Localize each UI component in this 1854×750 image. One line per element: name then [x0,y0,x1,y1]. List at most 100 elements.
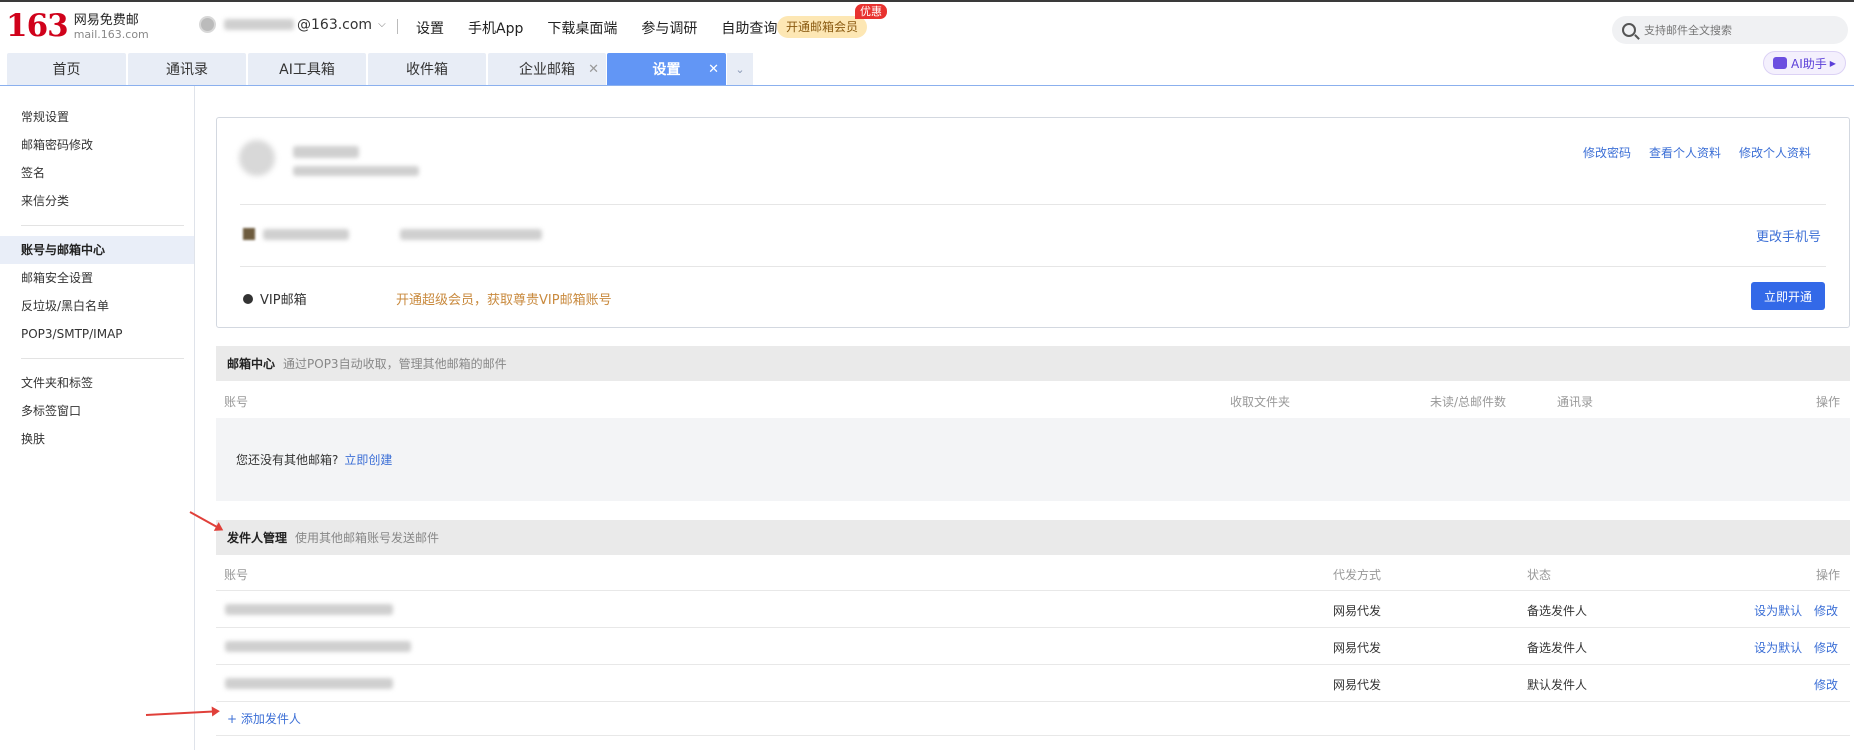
edit-sender-link[interactable]: 修改 [1814,604,1838,618]
change-password-link[interactable]: 修改密码 [1583,144,1631,161]
send-method: 网易代发 [1333,604,1382,618]
tab-more-chevron-icon[interactable]: ⌄ [727,53,753,85]
sidebar-item-skin[interactable]: 换肤 [0,425,194,453]
col-account: 账号 [224,568,249,582]
row-divider [216,701,1850,702]
profile-links: 修改密码 查看个人资料 修改个人资料 [1565,144,1811,161]
ai-assistant-icon [1773,57,1787,69]
nav-settings[interactable]: 设置 [416,18,444,38]
tab-label: 通讯录 [166,62,208,78]
search-box[interactable] [1612,16,1848,44]
create-mailbox-link[interactable]: 立即创建 [344,451,392,468]
sidebar-item-antispam[interactable]: 反垃圾/黑白名单 [0,292,194,320]
tab-label: 首页 [52,62,81,78]
edit-sender-link[interactable]: 修改 [1814,641,1838,655]
col-send-method: 代发方式 [1333,568,1382,582]
phone-label-redacted [263,229,349,240]
account-email-suffix: @163.com [297,16,373,33]
tab-bar: 首页 通讯录 AI工具箱 收件箱 企业邮箱 ✕ 设置 ✕ ⌄ [0,52,1854,86]
set-default-link[interactable]: 设为默认 [1754,641,1802,655]
sender-status: 备选发件人 [1527,604,1588,618]
tab-contacts[interactable]: 通讯录 [128,53,246,85]
main-content: 修改密码 查看个人资料 修改个人资料 更改手机号 VIP邮箱 开通超级会员，获取… [216,86,1850,750]
sender-status: 备选发件人 [1527,641,1588,655]
sidebar-item-pop3-smtp-imap[interactable]: POP3/SMTP/IMAP [0,320,194,348]
nav-download-desktop[interactable]: 下载桌面端 [547,18,617,38]
phone-number-redacted [400,229,542,240]
sidebar-item-signature[interactable]: 签名 [0,159,194,187]
tab-ai-toolbox[interactable]: AI工具箱 [248,53,366,85]
col-fetch-folder: 收取文件夹 [1230,395,1291,409]
account-name-redacted [224,19,294,30]
table-row: 网易代发 备选发件人 设为默认 修改 [216,590,1850,627]
close-icon[interactable]: ✕ [588,62,599,77]
top-nav: 设置 手机App 下载桌面端 参与调研 自助查询 [416,18,801,38]
account-switcher[interactable]: @163.com ⌵ [199,16,386,33]
open-vip-now-button[interactable]: 立即开通 [1751,282,1825,310]
mailbox-empty-state: 您还没有其他邮箱? 立即创建 [216,418,1850,501]
top-bar: 163 网易免费邮 mail.163.com @163.com ⌵ 设置 手机A… [0,0,1854,52]
profile-name-redacted [293,146,359,158]
divider [397,19,398,34]
settings-sidebar: 常规设置 邮箱密码修改 签名 来信分类 账号与邮箱中心 邮箱安全设置 反垃圾/黑… [0,86,195,750]
nav-self-service[interactable]: 自助查询 [721,18,777,38]
edit-sender-link[interactable]: 修改 [1814,678,1838,692]
brand-logo[interactable]: 163 网易免费邮 mail.163.com [6,8,149,44]
col-actions: 操作 [1815,395,1840,409]
account-avatar-icon [199,16,216,33]
col-actions: 操作 [1815,568,1840,582]
table-row: 网易代发 默认发件人 修改 [216,664,1850,701]
logo-domain: mail.163.com [73,28,149,41]
section-title: 邮箱中心 [227,357,276,371]
search-icon [1622,23,1636,37]
add-sender-link[interactable]: + 添加发件人 [227,710,301,727]
close-icon[interactable]: ✕ [708,62,719,77]
view-profile-link[interactable]: 查看个人资料 [1649,144,1721,161]
col-account: 账号 [224,395,249,409]
sidebar-item-account-center[interactable]: 账号与邮箱中心 [0,236,194,264]
sidebar-item-multi-tab[interactable]: 多标签窗口 [0,397,194,425]
nav-mobile-app[interactable]: 手机App [468,18,523,38]
sidebar-divider [21,225,184,226]
vip-mailbox-row: VIP邮箱 [243,289,307,308]
ai-assistant-button[interactable]: AI助手 ▶ [1763,51,1846,75]
send-method: 网易代发 [1333,678,1382,692]
sidebar-item-general[interactable]: 常规设置 [0,103,194,131]
empty-text: 您还没有其他邮箱? [236,453,339,467]
caret-right-icon: ▶ [1829,58,1836,68]
phone-icon [243,228,255,240]
sidebar-item-folders-labels[interactable]: 文件夹和标签 [0,369,194,397]
search-input[interactable] [1644,23,1834,37]
profile-card: 修改密码 查看个人资料 修改个人资料 更改手机号 VIP邮箱 开通超级会员，获取… [216,117,1850,328]
set-default-link[interactable]: 设为默认 [1754,604,1802,618]
discount-badge: 优惠 [855,4,887,19]
section-desc: 使用其他邮箱账号发送邮件 [295,531,440,545]
vip-icon [243,293,253,304]
tab-label: 企业邮箱 [519,62,575,78]
sidebar-item-mail-rules[interactable]: 来信分类 [0,187,194,215]
sender-status: 默认发件人 [1527,678,1588,692]
table-row: 网易代发 备选发件人 设为默认 修改 [216,627,1850,664]
profile-email-redacted [293,166,419,176]
col-status: 状态 [1527,568,1552,582]
send-method: 网易代发 [1333,641,1382,655]
tab-label: AI工具箱 [279,62,335,78]
section-desc: 通过POP3自动收取，管理其他邮箱的邮件 [283,357,507,371]
card-divider [240,204,1826,205]
edit-profile-link[interactable]: 修改个人资料 [1739,144,1811,161]
tab-enterprise-mail[interactable]: 企业邮箱 ✕ [488,53,606,85]
profile-avatar [239,140,275,176]
open-vip-button[interactable]: 开通邮箱会员 [777,16,868,38]
tab-settings[interactable]: 设置 ✕ [607,53,726,85]
tab-inbox[interactable]: 收件箱 [368,53,486,85]
col-contacts: 通讯录 [1557,395,1594,409]
change-phone-link[interactable]: 更改手机号 [1756,226,1821,245]
sidebar-item-password[interactable]: 邮箱密码修改 [0,131,194,159]
tab-label: 设置 [652,62,681,78]
sender-address-redacted [225,604,393,615]
tab-home[interactable]: 首页 [7,53,126,85]
card-divider [240,266,1826,267]
sidebar-item-security[interactable]: 邮箱安全设置 [0,264,194,292]
nav-survey[interactable]: 参与调研 [641,18,697,38]
logo-title: 网易免费邮 [73,13,139,28]
